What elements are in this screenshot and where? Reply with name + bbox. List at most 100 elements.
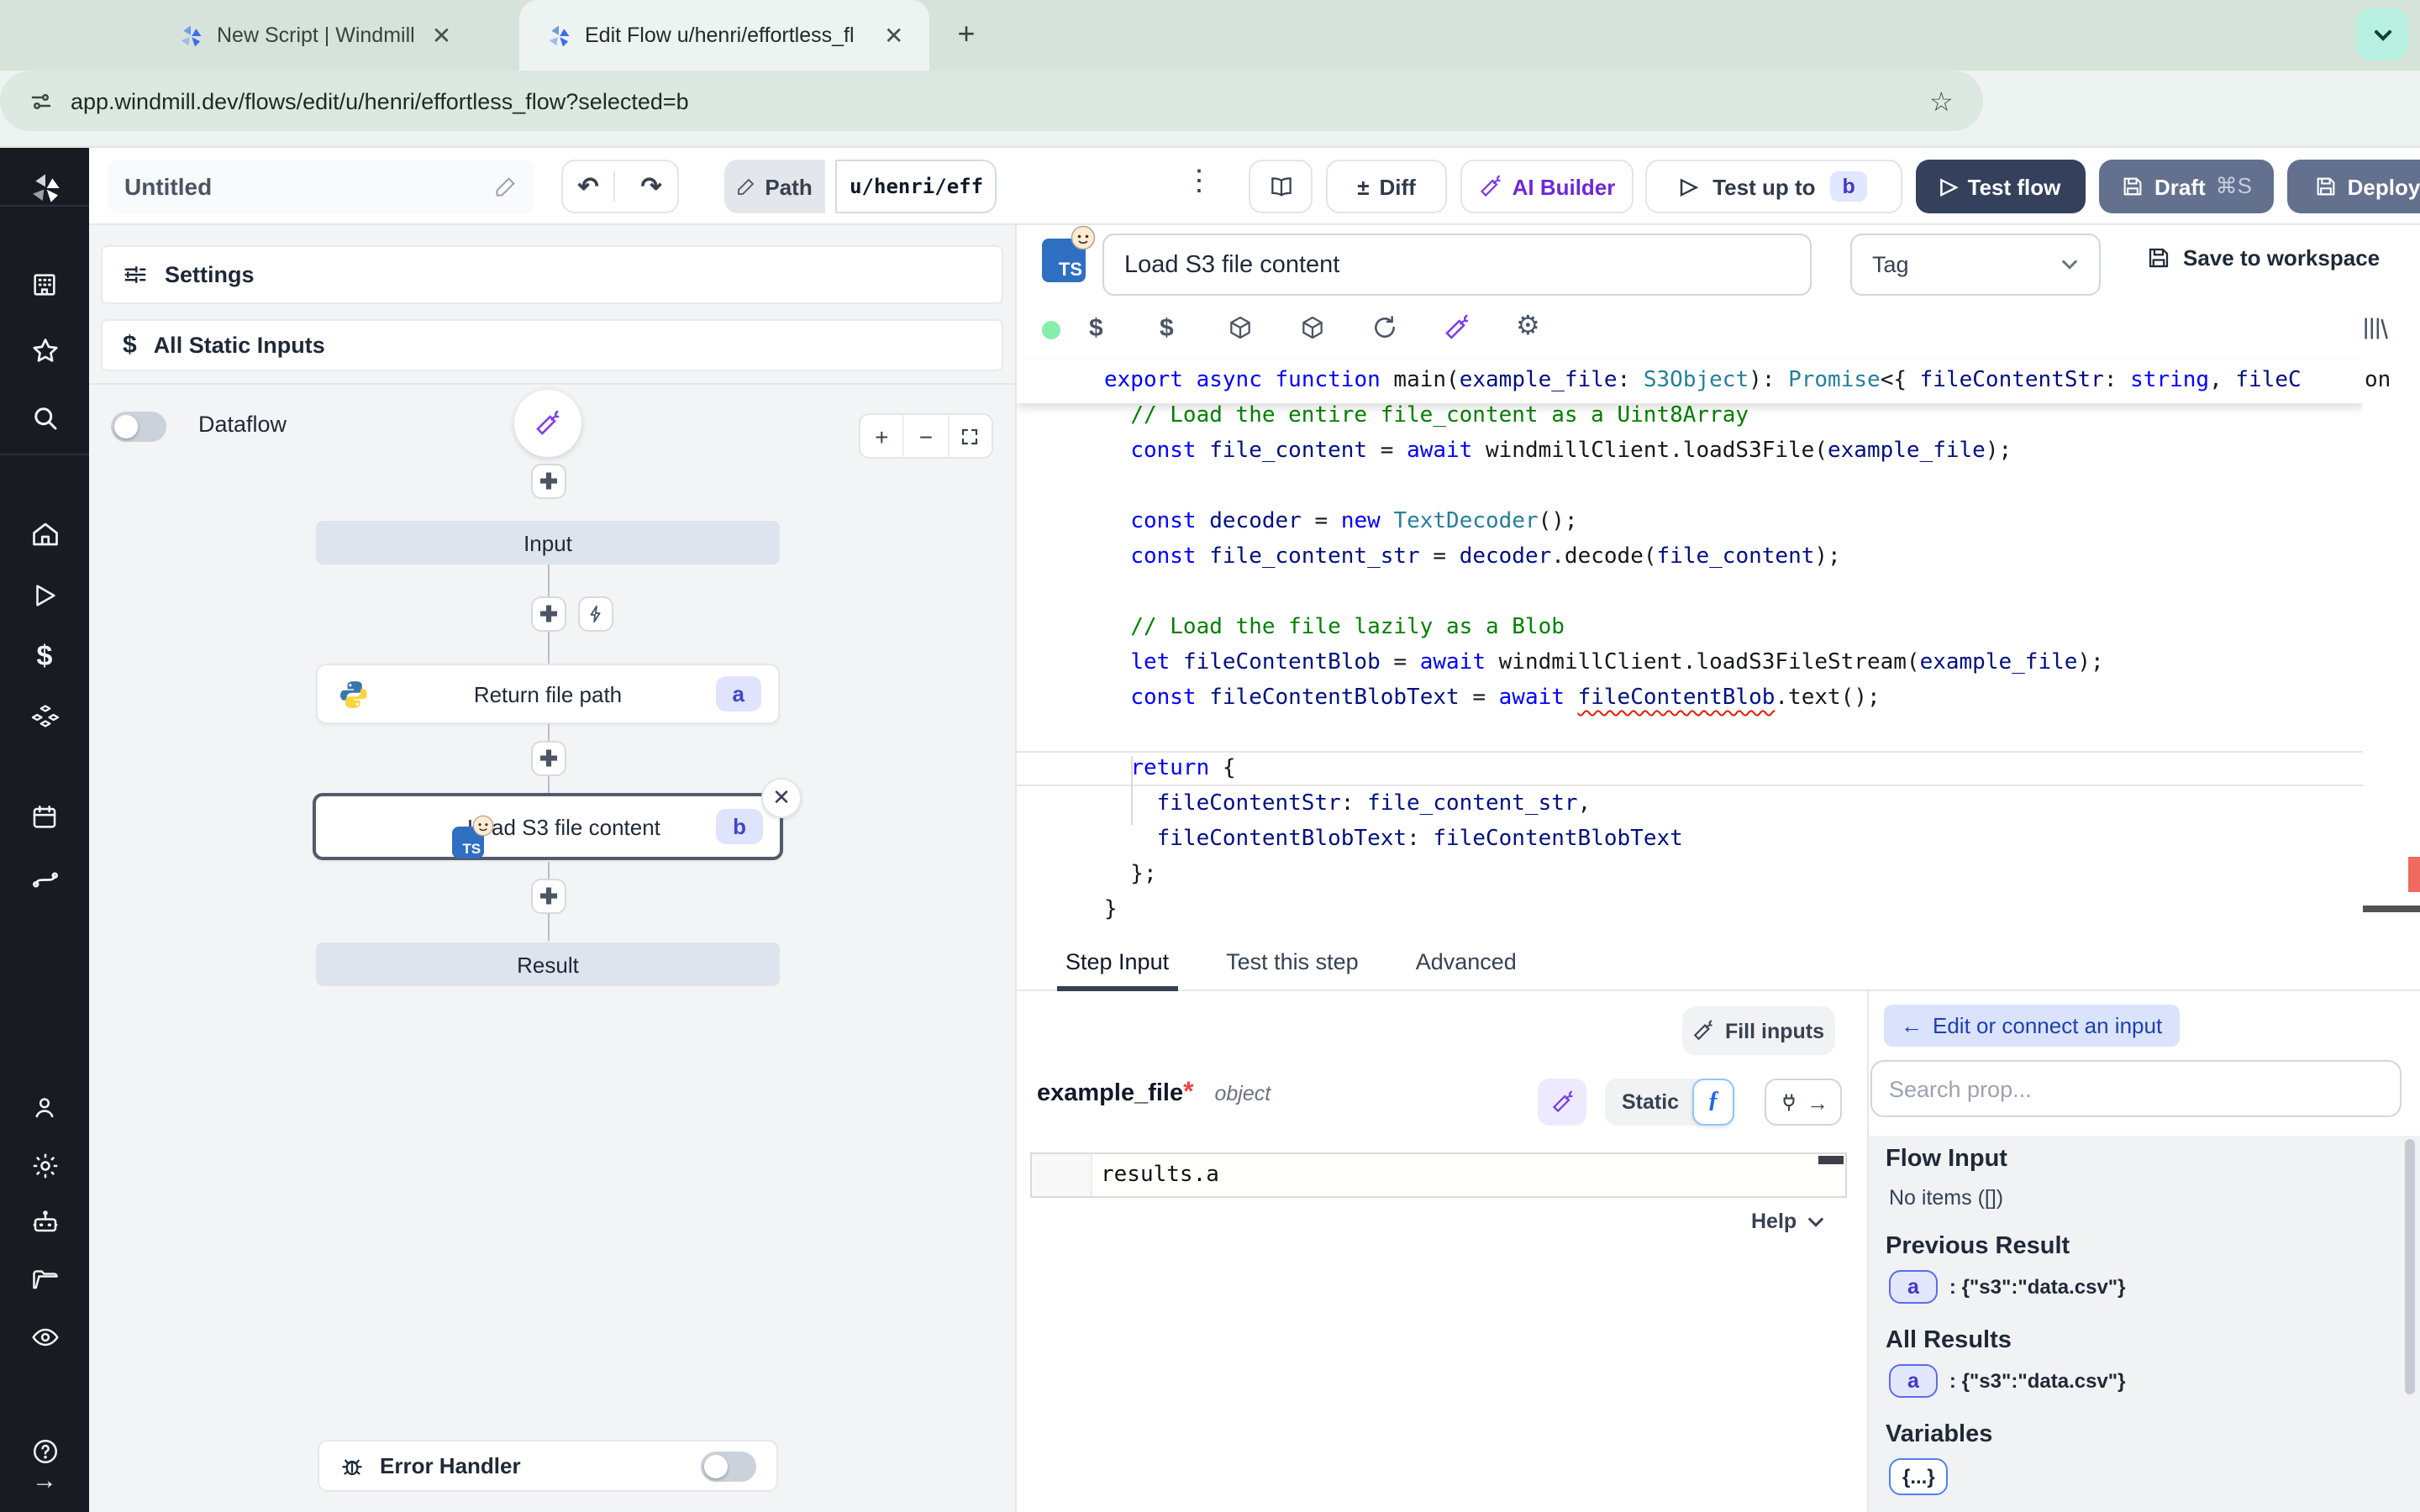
zoom-in-button[interactable]: + xyxy=(860,415,903,457)
package-icon[interactable] xyxy=(1299,314,1326,341)
static-toggle-group[interactable]: Static ƒ xyxy=(1605,1079,1734,1126)
tab-test-this-step[interactable]: Test this step xyxy=(1218,933,1367,990)
dataflow-toggle[interactable] xyxy=(111,412,166,442)
variables-dollar-icon[interactable]: $ xyxy=(22,633,67,679)
url-bar[interactable]: app.windmill.dev/flows/edit/u/henri/effo… xyxy=(0,71,1983,131)
dataflow-label: Dataflow xyxy=(198,412,287,437)
users-person-icon[interactable] xyxy=(22,1085,67,1131)
audit-eye-icon[interactable] xyxy=(22,1314,67,1359)
result-key-badge[interactable]: a xyxy=(1889,1270,1938,1304)
tab-close-icon[interactable]: ✕ xyxy=(881,21,907,50)
more-options-kebab-icon[interactable]: ⋮ xyxy=(1185,165,1213,198)
code-editor[interactable]: export async function main(example_file:… xyxy=(1017,360,2420,934)
flow-settings-row[interactable]: Settings xyxy=(101,245,1003,304)
add-step-button[interactable]: ✚ xyxy=(531,879,566,914)
add-step-button[interactable]: ✚ xyxy=(531,464,566,499)
resources-dollar-icon[interactable]: $ xyxy=(1160,314,1174,343)
javascript-expr-toggle[interactable]: ƒ xyxy=(1692,1079,1734,1126)
bookmark-star-icon[interactable]: ☆ xyxy=(1929,86,1954,119)
code-line: const file_content = await windmillClien… xyxy=(1017,433,2363,469)
flow-name-box[interactable]: Untitled xyxy=(108,160,534,213)
schedules-calendar-icon[interactable] xyxy=(22,795,67,840)
search-icon[interactable] xyxy=(22,395,67,440)
workspace-icon[interactable] xyxy=(22,262,67,307)
path-group[interactable]: Path u/henri/eff xyxy=(724,160,997,213)
tag-placeholder: Tag xyxy=(1872,252,1909,277)
flows-route-icon[interactable] xyxy=(22,855,67,900)
test-up-to-button[interactable]: ▷ Test up to b xyxy=(1645,160,1902,213)
flow-step-a-node[interactable]: Return file path a xyxy=(316,664,780,724)
expression-editor[interactable]: results.a xyxy=(1030,1152,1847,1198)
add-trigger-bolt-button[interactable] xyxy=(578,596,613,632)
tab-step-input[interactable]: Step Input xyxy=(1057,933,1177,990)
tab-advanced[interactable]: Advanced xyxy=(1407,933,1525,990)
help-button[interactable]: Help xyxy=(1751,1210,1825,1233)
step-name-input[interactable] xyxy=(1102,234,1812,296)
tab-search-button[interactable] xyxy=(2356,8,2408,60)
favorites-star-icon[interactable] xyxy=(22,328,67,373)
connect-input-button[interactable]: → xyxy=(1765,1079,1842,1126)
settings-gear-icon[interactable] xyxy=(22,1142,67,1188)
ai-flow-wand-button[interactable] xyxy=(514,390,581,457)
prop-picker-scrollbar[interactable] xyxy=(2405,1139,2415,1394)
code-sticky-line: export async function main(example_file:… xyxy=(1017,360,2363,403)
test-flow-label: Test flow xyxy=(1968,174,2061,199)
draft-button[interactable]: Draft ⌘S xyxy=(2099,160,2274,213)
save-to-workspace-button[interactable]: Save to workspace xyxy=(2146,245,2380,270)
resources-cubes-icon[interactable] xyxy=(22,694,67,739)
path-value[interactable]: u/henri/eff xyxy=(834,160,997,213)
deploy-button[interactable]: Deploy xyxy=(2287,160,2420,213)
minimap-scroll-thumb[interactable] xyxy=(2363,906,2420,912)
arg-ai-wand-button[interactable] xyxy=(1538,1079,1586,1126)
editor-settings-gear-icon[interactable]: ⚙ xyxy=(1516,314,1540,341)
browser-tab-inactive[interactable]: New Script | Windmill ✕ xyxy=(155,0,514,71)
library-icon[interactable] xyxy=(2361,314,2390,343)
flow-result-node[interactable]: Result xyxy=(316,942,780,986)
minimap-error-marker xyxy=(2408,857,2420,892)
all-static-inputs-row[interactable]: $ All Static Inputs xyxy=(101,319,1003,371)
previous-result-title: Previous Result xyxy=(1886,1233,2420,1260)
remove-step-button[interactable]: ✕ xyxy=(761,778,802,818)
test-flow-button[interactable]: ▷ Test flow xyxy=(1916,160,2086,213)
fullscreen-button[interactable] xyxy=(947,415,992,457)
flow-name: Untitled xyxy=(124,173,484,200)
browser-tab-active[interactable]: Edit Flow u/henri/effortless_fl ✕ xyxy=(519,0,929,71)
flow-input-node[interactable]: Input xyxy=(316,521,780,564)
redo-icon[interactable]: ↷ xyxy=(625,171,677,202)
result-key-badge[interactable]: a xyxy=(1889,1364,1938,1398)
code-minimap[interactable]: on xyxy=(2363,360,2420,934)
site-info-icon[interactable] xyxy=(29,88,54,113)
flow-step-b-node-selected[interactable]: TS Load S3 file content b xyxy=(313,793,783,860)
variables-badge[interactable]: {...} xyxy=(1889,1458,1949,1495)
folders-icon[interactable] xyxy=(22,1257,67,1302)
code-line: const fileContentBlobText = await fileCo… xyxy=(1017,680,2363,716)
tag-select[interactable]: Tag xyxy=(1850,234,2101,296)
variables-dollar-icon[interactable]: $ xyxy=(1089,314,1103,343)
collapse-arrow-icon[interactable]: → xyxy=(22,1458,67,1504)
fill-inputs-button[interactable]: Fill inputs xyxy=(1682,1006,1835,1055)
prop-search-input[interactable] xyxy=(1870,1060,2402,1117)
ai-wand-icon[interactable] xyxy=(1444,314,1470,341)
workers-robot-icon[interactable] xyxy=(22,1200,67,1245)
add-step-button[interactable]: ✚ xyxy=(531,596,566,632)
error-handler-toggle[interactable] xyxy=(701,1451,756,1481)
reload-icon[interactable] xyxy=(1371,314,1398,341)
ai-builder-button[interactable]: AI Builder xyxy=(1460,160,1634,213)
diff-button[interactable]: ± Diff xyxy=(1326,160,1447,213)
step-editor-panel: TS Tag Save to workspace $ $ ⚙ xyxy=(1017,225,2420,1512)
new-tab-button[interactable]: + xyxy=(944,13,988,57)
zoom-out-button[interactable]: − xyxy=(903,415,948,457)
step-b-badge: b xyxy=(716,809,763,844)
windmill-logo-icon[interactable] xyxy=(22,165,67,210)
undo-icon[interactable]: ↶ xyxy=(563,171,615,202)
edit-or-connect-button[interactable]: ← Edit or connect an input xyxy=(1884,1005,2179,1047)
docs-book-button[interactable] xyxy=(1249,160,1313,213)
add-step-button[interactable]: ✚ xyxy=(531,741,566,776)
error-handler-row[interactable]: Error Handler xyxy=(318,1440,778,1492)
package-icon[interactable] xyxy=(1227,314,1254,341)
runs-play-icon[interactable] xyxy=(22,573,67,618)
tab-close-icon[interactable]: ✕ xyxy=(429,21,455,50)
code-line: }; xyxy=(1017,857,2363,892)
expr-value[interactable]: results.a xyxy=(1092,1154,1219,1196)
home-icon[interactable] xyxy=(22,511,67,556)
